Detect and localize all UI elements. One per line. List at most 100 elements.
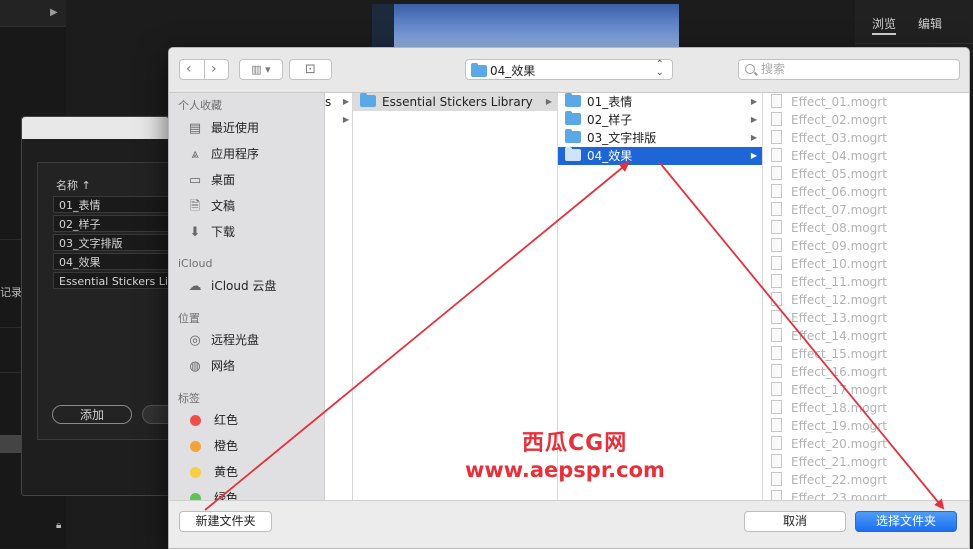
folder-icon: [565, 93, 581, 107]
tab-edit[interactable]: 编辑: [918, 15, 942, 32]
sidebar-item-label: 最近使用: [211, 121, 260, 135]
document-icon: [771, 292, 782, 306]
file-item[interactable]: Effect_10.mogrt: [771, 255, 887, 273]
folder-icon: [565, 111, 581, 125]
file-item[interactable]: Effect_05.mogrt: [771, 165, 887, 183]
document-icon: [771, 274, 782, 288]
file-item[interactable]: Effect_21.mogrt: [771, 453, 887, 471]
sidebar-item-icloud-drive[interactable]: ☁︎ iCloud 云盘: [187, 276, 277, 296]
column-item-folder-selected[interactable]: 04_效果 ▶: [558, 147, 762, 165]
chevron-right-icon: ▶: [342, 115, 349, 124]
file-item[interactable]: Effect_22.mogrt: [771, 471, 887, 489]
file-item-label: Effect_03.mogrt: [791, 131, 887, 145]
back-forward-buttons[interactable]: ‹ ›: [179, 59, 229, 80]
file-item[interactable]: Effect_03.mogrt: [771, 129, 887, 147]
file-item[interactable]: Effect_08.mogrt: [771, 219, 887, 237]
tag-dot-icon: [190, 467, 201, 478]
file-item[interactable]: Effect_18.mogrt: [771, 399, 887, 417]
sidebar-item-documents[interactable]: 🗎︎ 文稿: [187, 196, 235, 216]
path-popup[interactable]: 04_效果 ⌃ ⌄: [465, 59, 673, 80]
file-item[interactable]: Effect_09.mogrt: [771, 237, 887, 255]
name-column-header[interactable]: 名称 ↑: [56, 177, 91, 193]
sidebar-item-tag-red[interactable]: 红色: [187, 410, 238, 430]
search-input[interactable]: 搜索: [738, 59, 960, 80]
active-tab-underline: [872, 33, 896, 35]
file-item-label: Effect_12.mogrt: [791, 293, 887, 307]
bg-top-left-bar: ▶: [0, 0, 66, 27]
chevron-right-icon: ▶: [545, 97, 552, 106]
file-item[interactable]: Effect_13.mogrt: [771, 309, 887, 327]
file-item-label: Effect_04.mogrt: [791, 149, 887, 163]
cancel-button[interactable]: 取消: [744, 511, 846, 532]
new-folder-button[interactable]: 新建文件夹: [179, 511, 272, 532]
file-item-label: Effect_01.mogrt: [791, 95, 887, 109]
chevron-right-icon: ▶: [750, 133, 757, 142]
column-item-fragment[interactable]: ▶: [325, 111, 352, 129]
file-item-label: Effect_18.mogrt: [791, 401, 887, 415]
file-item[interactable]: Effect_04.mogrt: [771, 147, 887, 165]
column-item-folder[interactable]: 01_表情 ▶: [558, 93, 762, 111]
columns-view-icon: ▥ ▾: [251, 63, 271, 76]
file-item[interactable]: Effect_06.mogrt: [771, 183, 887, 201]
file-item[interactable]: Effect_07.mogrt: [771, 201, 887, 219]
chevron-right-icon: ▶: [342, 97, 349, 106]
column-item-folder[interactable]: 02_样子 ▶: [558, 111, 762, 129]
file-item[interactable]: Effect_02.mogrt: [771, 111, 887, 129]
chevron-right-icon[interactable]: ›: [211, 60, 217, 79]
column-item-folder[interactable]: Essential Stickers Library ▶: [353, 93, 557, 111]
document-icon: [771, 382, 782, 396]
file-item-label: Effect_22.mogrt: [791, 473, 887, 487]
sidebar-item-label: 桌面: [211, 173, 236, 187]
column-item-folder[interactable]: 03_文字排版 ▶: [558, 129, 762, 147]
sidebar-item-desktop[interactable]: ▭ 桌面: [187, 170, 235, 190]
document-icon: [771, 472, 782, 486]
sidebar-item-downloads[interactable]: ⬇ 下载: [187, 222, 235, 242]
sidebar-item-tag-green[interactable]: 绿色: [187, 488, 238, 500]
file-item[interactable]: Effect_01.mogrt: [771, 93, 887, 111]
watermark-title: 西瓜CG网: [522, 431, 628, 456]
sidebar-item-remote-disc[interactable]: ◎ 远程光盘: [187, 330, 259, 350]
chevron-left-icon[interactable]: ‹: [186, 60, 192, 79]
document-icon: [771, 328, 782, 342]
chevron-right-icon: ▶: [750, 97, 757, 106]
file-item[interactable]: Effect_12.mogrt: [771, 291, 887, 309]
sidebar-item-label: 下载: [211, 225, 236, 239]
choose-folder-button[interactable]: 选择文件夹: [855, 511, 957, 532]
sidebar-item-network[interactable]: ◍ 网络: [187, 356, 235, 376]
column-item-fragment[interactable]: s ▶: [325, 93, 352, 111]
document-icon: [771, 400, 782, 414]
chevron-right-icon: ▶: [750, 151, 757, 160]
sidebar-item-label: 黄色: [214, 465, 239, 479]
document-icon: [771, 220, 782, 234]
sidebar-item-recents[interactable]: ▤ 最近使用: [187, 118, 259, 138]
file-item[interactable]: Effect_19.mogrt: [771, 417, 887, 435]
file-item[interactable]: Effect_14.mogrt: [771, 327, 887, 345]
sidebar-item-label: 红色: [214, 413, 239, 427]
new-folder-toolbar-button[interactable]: ⊡: [289, 59, 332, 80]
file-item[interactable]: Effect_20.mogrt: [771, 435, 887, 453]
file-item[interactable]: Effect_17.mogrt: [771, 381, 887, 399]
recents-icon: ▤: [188, 120, 202, 136]
file-item[interactable]: Effect_23.mogrt: [771, 489, 887, 500]
dialog-sidebar: 个人收藏 ▤ 最近使用 ⩓ 应用程序 ▭ 桌面 🗎︎ 文稿 ⬇ 下载 iCloud ☁︎ i…: [169, 93, 325, 500]
tab-browse[interactable]: 浏览: [872, 15, 896, 32]
add-button[interactable]: 添加: [52, 405, 132, 424]
sidebar-item-tag-orange[interactable]: 橙色: [187, 436, 238, 456]
tag-dot-icon: [190, 493, 201, 500]
sidebar-item-label: 应用程序: [211, 147, 260, 161]
view-mode-button[interactable]: ▥ ▾: [239, 59, 283, 80]
lock-icon[interactable]: 🔒︎: [56, 515, 61, 537]
sidebar-item-label: 文稿: [211, 199, 236, 213]
applications-icon: ⩓: [191, 146, 199, 162]
file-item[interactable]: Effect_16.mogrt: [771, 363, 887, 381]
file-item[interactable]: Effect_11.mogrt: [771, 273, 887, 291]
dialog-footer: 新建文件夹 取消 选择文件夹: [169, 500, 969, 548]
sidebar-item-applications[interactable]: ⩓ 应用程序: [187, 144, 259, 164]
library-manager-panel: 名称 ↑ 01_表情 02_样子 03_文字排版 04_效果 Essential…: [21, 116, 190, 496]
file-item[interactable]: Effect_15.mogrt: [771, 345, 887, 363]
bg-selected-row[interactable]: [0, 435, 22, 453]
download-icon: ⬇: [189, 224, 201, 240]
chevron-right-icon[interactable]: ▶: [50, 7, 58, 18]
tree-silhouette: [372, 4, 394, 48]
sidebar-item-tag-yellow[interactable]: 黄色: [187, 462, 238, 482]
